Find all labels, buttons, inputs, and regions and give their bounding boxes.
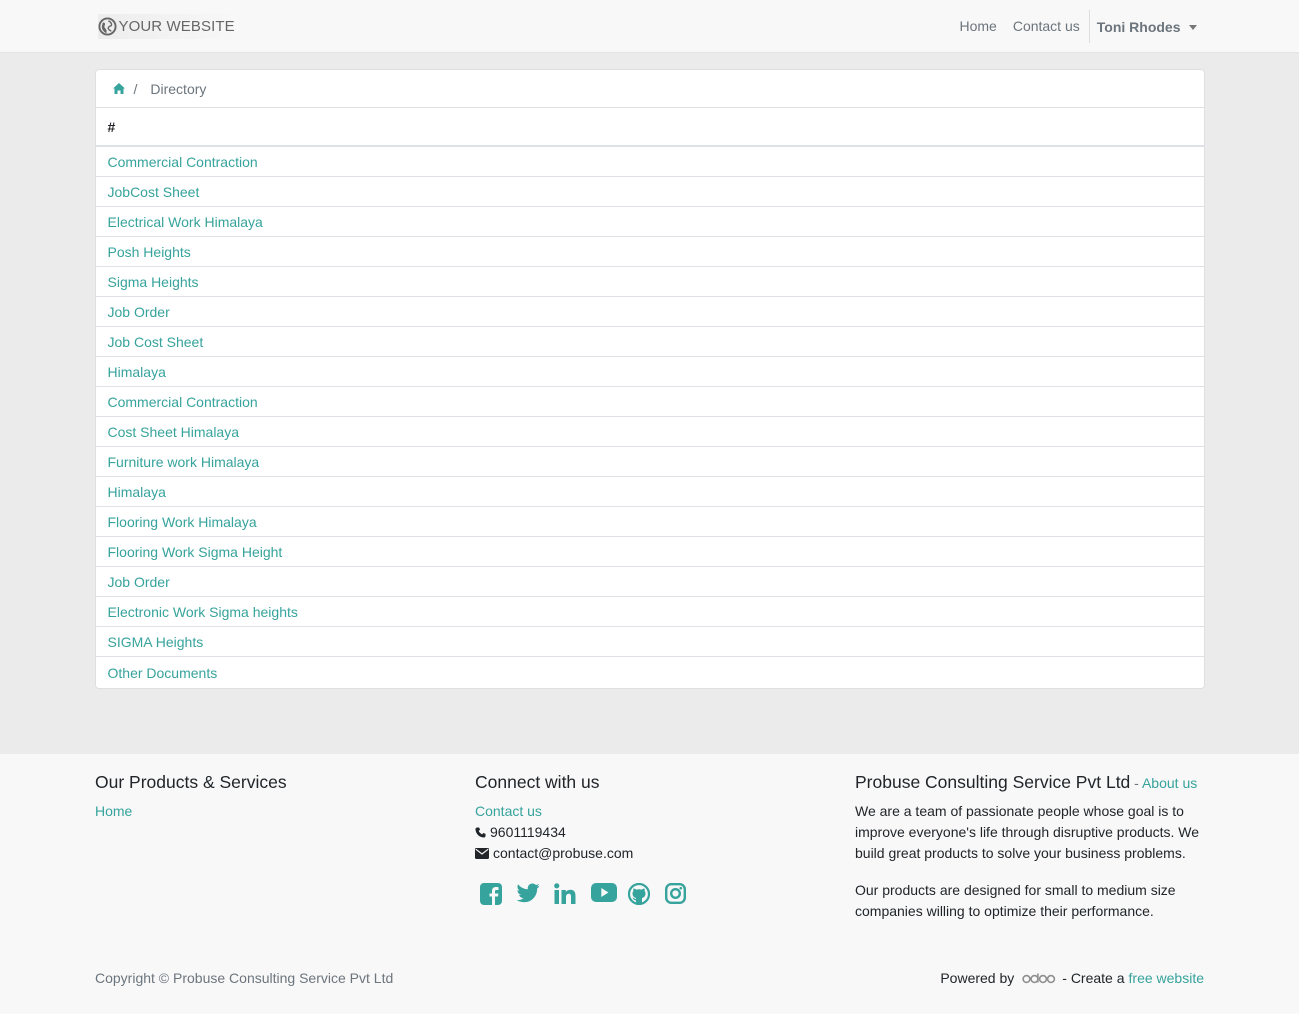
footer-connect-title: Connect with us: [475, 772, 600, 792]
caret-down-icon: [1188, 24, 1197, 30]
site-footer: Our Products & Services Home Connect wit…: [0, 754, 1299, 1014]
social-links: [480, 882, 702, 907]
facebook-icon: [480, 883, 502, 905]
directory-link[interactable]: Cost Sheet Himalaya: [108, 424, 240, 440]
footer-products-column: Our Products & Services Home: [95, 772, 287, 822]
about-us-link[interactable]: About us: [1142, 775, 1197, 791]
youtube-link[interactable]: [591, 883, 628, 907]
table-row: SIGMA Heights: [95, 627, 1204, 657]
directory-link[interactable]: Flooring Work Sigma Height: [108, 544, 283, 560]
table-row: Commercial Contraction: [95, 387, 1204, 417]
breadcrumb-home-link[interactable]: [112, 81, 125, 97]
table-row: Job Cost Sheet: [95, 327, 1204, 357]
table-header-number: #: [95, 108, 1204, 147]
directory-link[interactable]: Himalaya: [108, 364, 166, 380]
table-row: Electrical Work Himalaya: [95, 207, 1204, 237]
linkedin-icon: [554, 883, 576, 904]
odoo-logo[interactable]: [1022, 973, 1056, 984]
powered-by-label: Powered by: [940, 970, 1015, 986]
directory-link[interactable]: Sigma Heights: [108, 274, 199, 290]
instagram-link[interactable]: [665, 883, 702, 907]
home-icon: [112, 82, 125, 94]
linkedin-link[interactable]: [554, 883, 591, 907]
footer-about-title: Probuse Consulting Service Pvt Ltd - Abo…: [855, 772, 1205, 793]
instagram-icon: [665, 883, 687, 905]
directory-link[interactable]: JobCost Sheet: [108, 184, 200, 200]
table-row: Job Order: [95, 567, 1204, 597]
website-logo[interactable]: YOUR WEBSITE: [97, 14, 239, 39]
table-row: Himalaya: [95, 357, 1204, 387]
table-row: Himalaya: [95, 477, 1204, 507]
globe-icon: [97, 17, 117, 36]
directory-link[interactable]: SIGMA Heights: [108, 634, 204, 650]
table-row: Job Order: [95, 297, 1204, 327]
about-dash: -: [1130, 775, 1142, 791]
footer-phone-number: 9601119434: [490, 824, 566, 840]
table-row: JobCost Sheet: [95, 177, 1204, 207]
table-row: Cost Sheet Himalaya: [95, 417, 1204, 447]
directory-list: Commercial Contraction JobCost Sheet Ele…: [95, 147, 1204, 688]
directory-link[interactable]: Electrical Work Himalaya: [108, 214, 263, 230]
footer-products-title: Our Products & Services: [95, 772, 287, 792]
twitter-icon: [516, 883, 540, 903]
powered-by: Powered by - Create a free website: [940, 970, 1204, 986]
footer-about-text-1: We are a team of passionate people whose…: [855, 803, 1200, 861]
footer-connect-column: Connect with us Contact us 9601119434 co…: [475, 772, 702, 907]
directory-link[interactable]: Posh Heights: [108, 244, 191, 260]
top-navbar: YOUR WEBSITE Home Contact us Toni Rhodes: [0, 0, 1299, 53]
directory-card: / Directory # Commercial Contraction Job…: [94, 69, 1205, 689]
user-menu-dropdown[interactable]: Toni Rhodes: [1090, 19, 1205, 35]
footer-about-text-2: Our products are designed for small to m…: [855, 882, 1176, 919]
breadcrumb-current: Directory: [150, 80, 207, 97]
breadcrumb: / Directory: [95, 70, 1204, 108]
directory-link[interactable]: Himalaya: [108, 484, 166, 500]
twitter-link[interactable]: [516, 883, 554, 907]
brand-text: YOUR WEBSITE: [118, 18, 235, 35]
nav-home-link[interactable]: Home: [951, 0, 1004, 53]
table-row: Commercial Contraction: [95, 147, 1204, 177]
user-name: Toni Rhodes: [1096, 18, 1181, 35]
github-icon: [627, 882, 651, 906]
table-row: Flooring Work Sigma Height: [95, 537, 1204, 567]
create-label: - Create a: [1062, 970, 1125, 986]
table-row: Electronic Work Sigma heights: [95, 597, 1204, 627]
table-row: Other Documents: [96, 657, 1204, 688]
free-website-link[interactable]: free website: [1129, 970, 1204, 986]
table-row: Posh Heights: [95, 237, 1204, 267]
directory-link[interactable]: Job Order: [108, 304, 170, 320]
directory-link[interactable]: Electronic Work Sigma heights: [108, 604, 298, 620]
breadcrumb-separator: /: [133, 80, 138, 97]
table-row: Flooring Work Himalaya: [95, 507, 1204, 537]
footer-home-link[interactable]: Home: [95, 801, 287, 822]
directory-link[interactable]: Flooring Work Himalaya: [108, 514, 257, 530]
phone-icon: [475, 827, 486, 838]
directory-link[interactable]: Other Documents: [108, 665, 218, 681]
table-row: Sigma Heights: [95, 267, 1204, 297]
nav-contact-link[interactable]: Contact us: [1005, 0, 1088, 53]
footer-email: contact@probuse.com: [475, 843, 702, 864]
company-name: Probuse Consulting Service Pvt Ltd: [855, 772, 1131, 792]
directory-link[interactable]: Job Cost Sheet: [108, 334, 204, 350]
github-link[interactable]: [627, 882, 665, 907]
directory-link[interactable]: Commercial Contraction: [108, 154, 258, 170]
directory-link[interactable]: Commercial Contraction: [108, 394, 258, 410]
copyright-text: Copyright © Probuse Consulting Service P…: [95, 970, 394, 986]
facebook-link[interactable]: [480, 883, 517, 907]
table-row: Furniture work Himalaya: [95, 447, 1204, 477]
footer-contact-link[interactable]: Contact us: [475, 801, 702, 822]
directory-link[interactable]: Furniture work Himalaya: [108, 454, 260, 470]
envelope-icon: [475, 848, 489, 859]
footer-email-address: contact@probuse.com: [493, 845, 634, 861]
youtube-icon: [591, 883, 617, 902]
footer-phone: 9601119434: [475, 822, 702, 843]
footer-about-column: Probuse Consulting Service Pvt Ltd - Abo…: [855, 772, 1205, 938]
directory-link[interactable]: Job Order: [108, 574, 170, 590]
